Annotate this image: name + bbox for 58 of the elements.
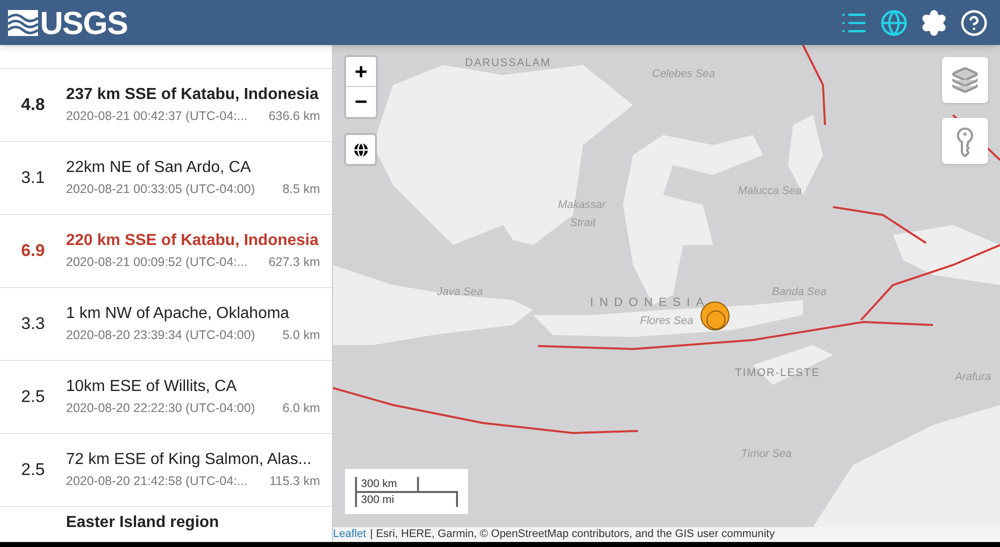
earthquake-row[interactable]: 4.8 237 km SSE of Katabu, Indonesia 2020-08-21 00:42:37 (UTC-04:... 636.6 km <box>0 69 332 142</box>
map-label: Arafura <box>955 370 992 385</box>
wave-logo-icon <box>8 10 38 36</box>
leaflet-link[interactable]: Leaflet <box>333 526 366 542</box>
event-depth: 115.3 km <box>270 472 320 490</box>
earthquake-row[interactable]: 2.5 72 km ESE of King Salmon, Alas... 2020-08-20 21:42:58 (UTC-04:... 115.3 km <box>0 434 332 507</box>
event-title: Easter Island region <box>66 513 220 533</box>
magnitude: 3.3 <box>20 313 46 336</box>
map-label: Celebes Sea <box>652 67 715 82</box>
map-label: TIMOR-LESTE <box>735 366 820 381</box>
event-time: 2020-08-21 00:42:37 (UTC-04:... <box>66 108 248 125</box>
magnitude: 2.5 <box>20 459 46 482</box>
event-depth: 636.6 km <box>268 108 320 125</box>
zoom-out-button[interactable]: − <box>346 87 376 117</box>
scale-metric: 300 km <box>355 476 419 492</box>
event-depth: 6.0 km <box>282 400 320 417</box>
map-label: Makassar <box>558 198 606 213</box>
globe-icon <box>352 140 370 158</box>
event-title: 220 km SSE of Katabu, Indonesia <box>66 230 320 251</box>
event-title: 10km ESE of Willits, CA <box>66 376 238 397</box>
globe-icon[interactable] <box>880 8 908 36</box>
event-time: 2020-08-21 00:33:05 (UTC-04:00) <box>66 180 256 198</box>
map-label: DARUSSALAM <box>465 56 551 71</box>
event-time: 2020-08-20 21:42:58 (UTC-04:... <box>66 472 248 490</box>
earthquake-row[interactable]: 2.5 10km ESE of Willits, CA 2020-08-20 22:22:30 (UTC-04:00) 6.0 km <box>0 361 332 434</box>
event-time: 2020-08-20 22:22:30 (UTC-04:00) <box>66 400 256 417</box>
event-time: 2020-08-21 00:09:52 (UTC-04:... <box>66 254 248 271</box>
layers-button[interactable] <box>942 57 988 103</box>
map-label: Malucca Sea <box>738 184 802 199</box>
magnitude: 2.5 <box>20 386 46 408</box>
earthquake-row[interactable]: 6.9 220 km SSE of Katabu, Indonesia 2020-08-21 00:09:52 (UTC-04:... 627.3 km <box>0 215 332 288</box>
event-title: 237 km SSE of Katabu, Indonesia <box>66 84 320 105</box>
event-title: 72 km ESE of King Salmon, Alas... <box>66 450 312 470</box>
scale-imperial: 300 mi <box>355 490 458 506</box>
earthquake-row[interactable]: 3.1 22km NE of San Ardo, CA 2020-08-21 00:33:05 (UTC-04:00) 8.5 km <box>0 142 332 215</box>
map-label: Java Sea <box>437 285 483 300</box>
event-time: 2020-08-20 23:39:34 (UTC-04:00) <box>66 326 256 344</box>
event-depth: 8.5 km <box>282 180 320 198</box>
map-label: Banda Sea <box>772 285 826 300</box>
map-label: Timor Sea <box>741 447 792 462</box>
layers-icon <box>951 66 979 94</box>
earthquake-row[interactable]: 3.3 1 km NW of Apache, Oklahoma 2020-08-20 23:39:34 (UTC-04:00) 5.0 km <box>0 288 332 361</box>
legend-button[interactable] <box>942 118 988 164</box>
attribution-text: | Esri, HERE, Garmin, © OpenStreetMap contributors, and the GIS user community <box>370 527 775 542</box>
magnitude: 3.1 <box>20 167 46 190</box>
help-icon[interactable] <box>960 8 988 36</box>
magnitude: 6.9 <box>20 240 46 262</box>
event-depth: 627.3 km <box>268 254 320 271</box>
event-title: 1 km NW of Apache, Oklahoma <box>66 304 290 324</box>
map-label: Strait <box>570 216 596 231</box>
logo-text: USGS <box>40 6 128 38</box>
magnitude: 4.8 <box>20 94 46 116</box>
globe-button[interactable] <box>344 133 377 166</box>
map-label: INDONESIA <box>590 294 710 311</box>
event-title: 22km NE of San Ardo, CA <box>66 158 252 178</box>
map-label: Flores Sea <box>640 314 694 329</box>
zoom-in-button[interactable]: + <box>346 57 376 87</box>
event-depth: 5.0 km <box>282 326 320 344</box>
